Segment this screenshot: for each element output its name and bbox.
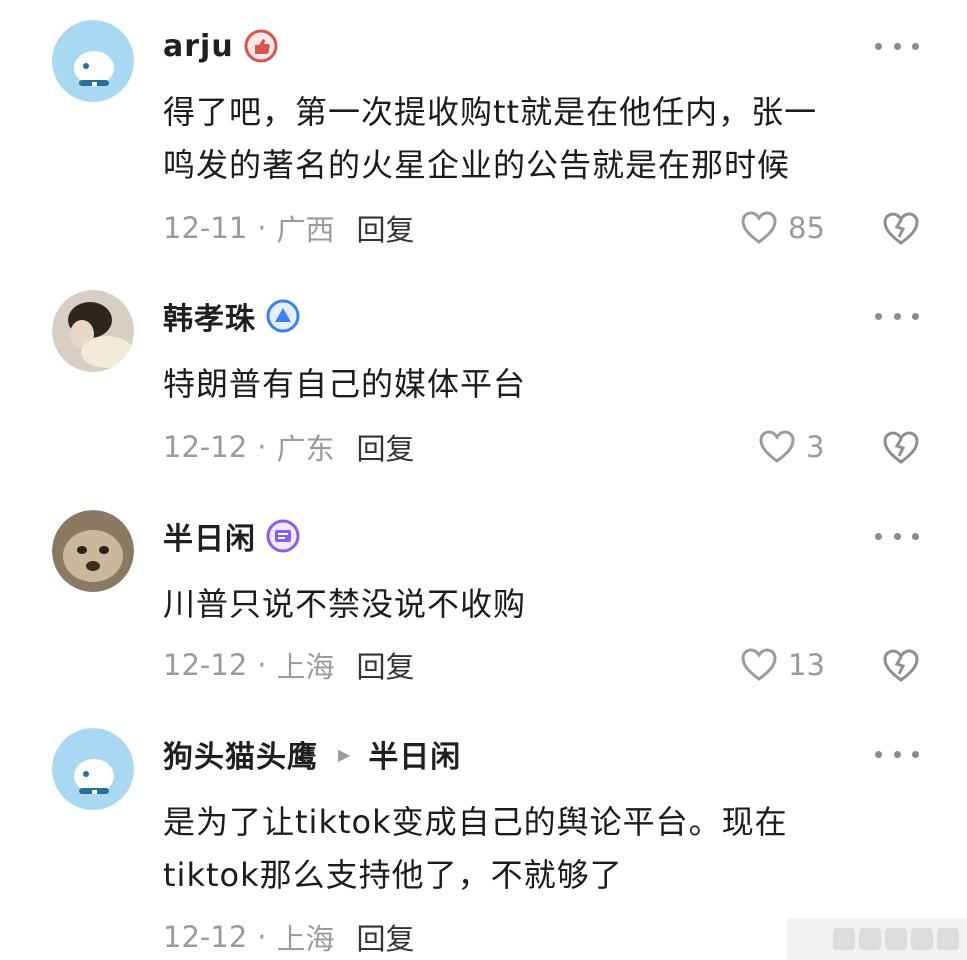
comment-line: 是为了让tiktok变成自己的舆论平台。现在 [163,803,788,841]
separator: · [257,920,267,954]
separator: · [257,430,267,464]
comment-meta: 12-12 · 广东 回复 [163,427,415,467]
username[interactable]: arju [163,29,234,64]
more-options-icon[interactable] [875,526,919,546]
avatar[interactable] [52,290,134,372]
comment-header: arju [163,26,278,66]
purple-tv-badge-icon [266,519,300,553]
comment-location: 广东 [276,432,335,466]
comment-location: 上海 [276,650,335,684]
reply-to-username[interactable]: 半日闲 [368,732,461,776]
more-options-icon[interactable] [875,36,919,56]
like-button[interactable]: 13 [740,645,825,685]
like-count: 13 [788,648,825,682]
username[interactable]: 狗头猫头鹰 [163,732,318,776]
reply-arrow-icon: ▶ [338,744,351,764]
blue-triangle-badge-icon [266,299,300,333]
comment-line: tiktok那么支持他了，不就够了 [163,856,623,894]
like-count: 3 [806,430,825,464]
more-options-icon[interactable] [875,306,919,326]
username[interactable]: 半日闲 [163,514,256,558]
heart-icon [741,211,777,244]
username[interactable]: 韩孝珠 [163,294,256,338]
comment-header: 半日闲 [163,514,300,558]
broken-heart-icon[interactable] [882,647,920,685]
separator: · [257,211,267,245]
avatar[interactable] [52,20,134,102]
comment-text: 是为了让tiktok变成自己的舆论平台。现在 tiktok那么支持他了，不就够了 [163,796,908,902]
comment-header: 狗头猫头鹰 ▶ 半日闲 [163,732,461,776]
comment-line: 川普只说不禁没说不收购 [163,585,527,623]
comment-meta: 12-11 · 广西 回复 [163,208,415,248]
watermark-logo-icon [833,928,959,950]
comment-line: 得了吧，第一次提收购tt就是在他任内，张一 [163,93,818,131]
reply-button[interactable]: 回复 [357,207,415,249]
comment-text: 川普只说不禁没说不收购 [163,578,908,631]
comment-location: 广西 [276,213,335,247]
comment-header: 韩孝珠 [163,294,300,338]
comment-line: 鸣发的著名的火星企业的公告就是在那时候 [163,146,791,184]
comment-date: 12-12 [163,430,248,464]
comment-date: 12-12 [163,920,248,954]
comment-text: 特朗普有自己的媒体平台 [163,358,908,411]
like-count: 85 [788,211,825,245]
more-options-icon[interactable] [875,744,919,764]
broken-heart-icon[interactable] [882,210,920,248]
comment-text: 得了吧，第一次提收购tt就是在他任内，张一 鸣发的著名的火星企业的公告就是在那时… [163,86,908,192]
like-button[interactable]: 3 [758,427,824,467]
broken-heart-icon[interactable] [882,429,920,467]
comment-date: 12-11 [163,211,248,245]
avatar[interactable] [52,510,134,592]
reply-button[interactable]: 回复 [357,644,415,686]
comment-location: 上海 [276,922,335,956]
reply-button[interactable]: 回复 [357,426,415,468]
separator: · [257,648,267,682]
heart-icon [759,430,795,463]
avatar[interactable] [52,728,134,810]
comment-date: 12-12 [163,648,248,682]
comment-meta: 12-12 · 上海 回复 [163,917,415,957]
comment-meta: 12-12 · 上海 回复 [163,645,415,685]
heart-icon [741,648,777,681]
reply-button[interactable]: 回复 [357,916,415,958]
like-button[interactable]: 85 [740,208,825,248]
thumbs-up-badge-icon [244,29,278,63]
watermark [787,918,967,960]
comment-line: 特朗普有自己的媒体平台 [163,365,527,403]
